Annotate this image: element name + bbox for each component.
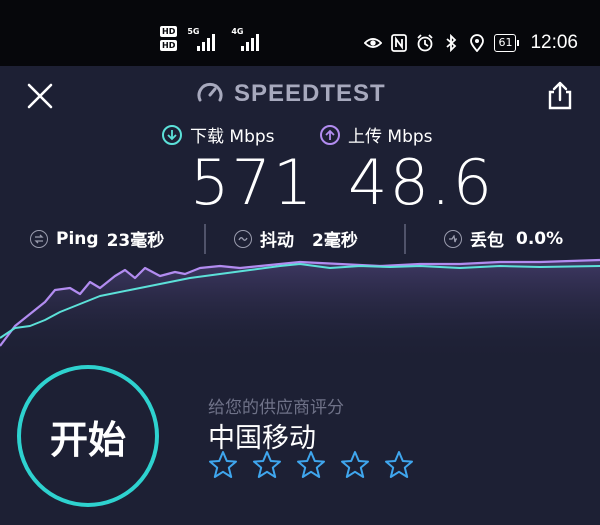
alarm-icon <box>416 34 434 52</box>
speed-graph <box>0 258 600 364</box>
ping-stat: Ping 23毫秒 <box>30 226 164 251</box>
jitter-stat: 抖动 2毫秒 <box>234 226 358 251</box>
status-icons: 61 12:06 <box>364 32 578 54</box>
speedtest-logo: SPEEDTEST <box>196 80 386 108</box>
ping-icon <box>30 229 48 248</box>
nfc-icon <box>390 34 408 52</box>
stats-divider <box>204 224 206 254</box>
packet-loss-icon <box>444 229 462 248</box>
star-icon[interactable] <box>384 450 414 480</box>
signal-5g: 5G <box>187 27 221 51</box>
clock: 12:06 <box>530 32 578 53</box>
download-label: 下载 Mbps <box>190 127 275 147</box>
upload-arrow-icon <box>320 124 340 145</box>
packet-loss-value: 0.0% <box>516 228 564 249</box>
hd-badge-1: HD <box>160 26 178 37</box>
download-header: 下载 Mbps <box>162 122 275 147</box>
star-icon[interactable] <box>340 450 370 480</box>
download-speed-value: 571 <box>190 146 315 219</box>
share-button[interactable] <box>544 80 576 112</box>
brand-name: SPEEDTEST <box>234 80 386 107</box>
start-label: 开始 <box>49 417 126 462</box>
eye-icon <box>364 34 383 52</box>
bluetooth-icon <box>442 34 460 52</box>
hd-indicators: HD HD <box>160 26 178 51</box>
share-icon <box>548 81 572 110</box>
stats-divider <box>404 224 406 254</box>
download-arrow-icon <box>162 124 182 145</box>
gauge-icon <box>197 82 223 102</box>
status-bar: HD HD 5G 4G 61 12:06 <box>0 0 600 66</box>
upload-speed-value: 48.6 <box>348 146 495 219</box>
jitter-label: 抖动 <box>260 231 294 251</box>
signal-group: HD HD 5G 4G <box>160 26 265 51</box>
rating-prompt: 给您的供应商评分 <box>208 398 344 418</box>
signal-bars-icon <box>197 34 216 51</box>
signal-bars-icon <box>241 34 260 51</box>
star-rating[interactable] <box>208 450 414 480</box>
signal-4g: 4G <box>231 27 265 51</box>
ping-label: Ping <box>56 228 99 249</box>
start-button[interactable]: 开始 <box>17 365 159 507</box>
jitter-value: 2毫秒 <box>312 231 358 251</box>
battery-indicator: 61 <box>494 34 520 52</box>
location-icon <box>468 34 486 52</box>
hd-badge-2: HD <box>160 40 178 51</box>
ping-value: 23毫秒 <box>106 231 165 251</box>
packet-loss-label: 丢包 <box>470 231 504 251</box>
star-icon[interactable] <box>296 450 326 480</box>
jitter-icon <box>234 229 252 248</box>
close-icon <box>27 83 53 109</box>
upload-label: 上传 Mbps <box>348 127 433 147</box>
close-button[interactable] <box>24 80 56 112</box>
star-icon[interactable] <box>252 450 282 480</box>
packet-loss-stat: 丢包 0.0% <box>444 226 563 251</box>
graph-area-fill <box>0 260 600 364</box>
star-icon[interactable] <box>208 450 238 480</box>
upload-header: 上传 Mbps <box>320 122 433 147</box>
